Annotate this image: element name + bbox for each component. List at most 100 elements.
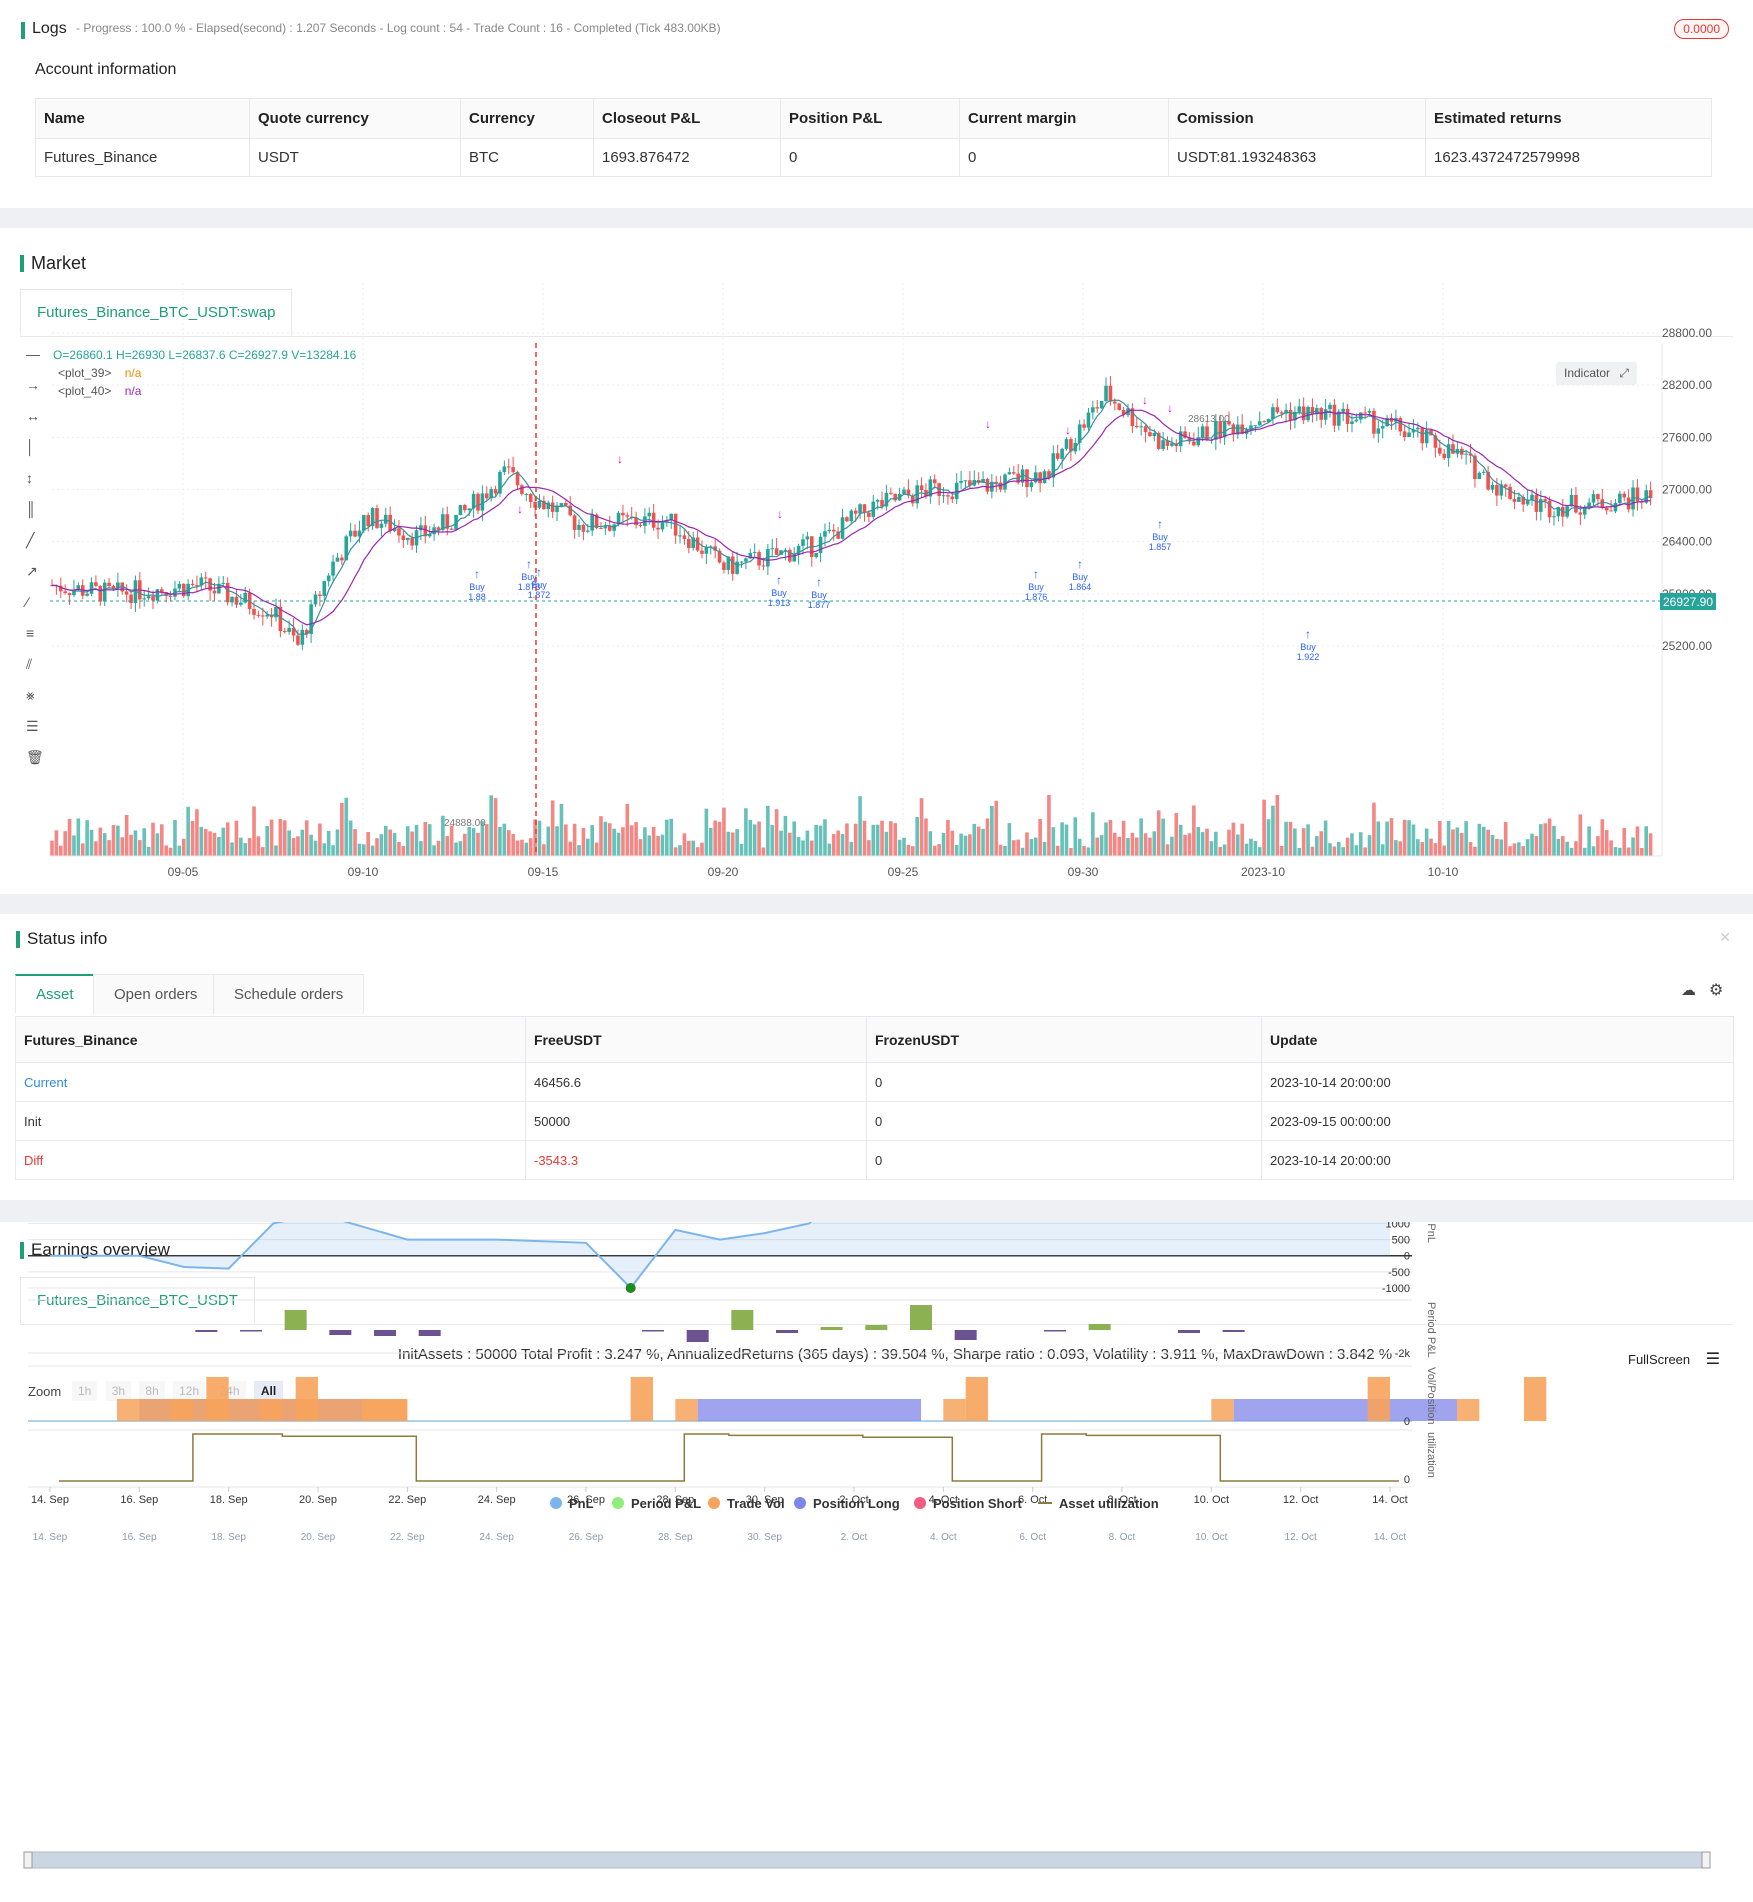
ray-tool-icon[interactable]: ↗ [26,563,48,594]
candle-body [1244,429,1249,434]
gear-icon[interactable]: ⚙ [1709,980,1723,1000]
date-tick-label: 09-10 [348,865,379,879]
candle-body [515,472,520,486]
volume-bar [669,818,674,856]
volume-bar [1565,841,1569,856]
candle-body [1257,421,1262,426]
candle-body [405,537,410,541]
navigator-tick-label: 22. Sep [390,1532,425,1543]
volume-bar [1530,833,1534,856]
volume-bar [1600,819,1605,856]
volume-bar [1178,824,1183,856]
volume-bar [616,832,621,856]
candle-body [1376,428,1381,434]
candle-body [379,523,384,528]
candle-body [893,493,898,501]
trade-vol-bar [675,1399,698,1421]
download-icon[interactable]: ☁ [1681,981,1696,999]
candle-body [331,561,335,576]
volume-bar [1587,826,1591,856]
volume-bar [1271,805,1275,856]
fib-channel-tool-icon[interactable]: ⨳ [26,687,48,718]
trade-vol-bar [1524,1377,1547,1421]
candle-body [1134,426,1139,428]
horizontal-ray-tool-icon[interactable]: → [26,377,48,408]
volume-bar [1319,831,1324,856]
candle-body [1319,408,1324,420]
trend-line-tool-icon[interactable]: ╱ [26,532,48,563]
volume-bar [304,820,309,856]
candle-body [199,577,204,586]
candle-body [1042,471,1047,484]
volume-bar [682,833,687,856]
parallel-channel-tool-icon[interactable]: ⫽ [26,656,48,687]
candle-body [392,528,397,532]
candle-body [1227,421,1231,425]
volume-bar [928,831,933,856]
navigator-tick-label: 6. Oct [1019,1532,1046,1543]
volume-bar [889,821,893,856]
candle-body [990,481,994,492]
volume-bar [1192,805,1196,856]
tab-open-orders[interactable]: Open orders [93,974,219,1014]
trash-icon[interactable]: 🗑 [26,749,48,780]
volume-bar [1490,834,1495,856]
volume-bar [687,840,691,856]
volume-bar [1451,829,1455,856]
volume-bar [441,815,445,856]
volume-bar [1495,838,1499,856]
candle-body [717,550,722,563]
candle-body [1547,500,1552,518]
cell: 1693.876472 [593,138,781,177]
segment-tool-icon[interactable]: ∕ [26,594,48,625]
trade-vol-bar [630,1377,653,1421]
candle-body [1323,409,1328,420]
volume-bar [629,825,634,856]
expand-icon[interactable]: ⤢ [1619,366,1629,380]
volume-bar [1552,825,1556,856]
candle-body [744,558,748,562]
price-range-tool-icon[interactable]: ║ [26,501,48,532]
earnings-chart[interactable]: 25002000150010005000-500-1000PnL-2kPerio… [0,1222,1753,1902]
candle-body [638,524,643,526]
candle-body [726,556,731,570]
x-tick-label: 22. Sep [388,1494,426,1506]
candle-body [612,524,616,531]
vertical-line-tool-icon[interactable]: │ [26,439,48,470]
navigator-tick-label: 14. Oct [1374,1532,1406,1543]
candle-body [362,515,366,531]
candle-body [142,598,147,600]
candle-body [1143,426,1148,433]
market-tab[interactable]: Futures_Binance_BTC_USDT:swap [20,289,293,335]
candle-body [1007,472,1012,475]
vertical-segment-tool-icon[interactable]: ↕ [26,470,48,501]
candle-body [1178,431,1183,447]
horizontal-line-tool-icon[interactable]: — [26,346,48,377]
volume-bar [638,839,643,856]
candle-body [1618,493,1622,503]
candle-body [1402,431,1407,438]
close-icon[interactable]: ✕ [1719,929,1731,946]
tab-asset[interactable]: Asset [15,974,95,1013]
trade-vol-bar [295,1377,318,1421]
candle-body [186,583,190,597]
tab-schedule-orders[interactable]: Schedule orders [213,974,365,1014]
candle-body [687,539,691,549]
cell: -3543.3 [525,1140,867,1180]
candle-body [643,516,647,526]
candle-body [138,580,142,600]
close-arrow-icon: ↓ [1167,401,1173,415]
candle-body [599,528,603,530]
indicator-button[interactable]: Indicator ⤢ [1556,362,1637,385]
fib-retracement-tool-icon[interactable]: ☰ [26,718,48,749]
volume-bar [726,831,731,856]
volume-bar [388,829,392,856]
volume-bar [1429,838,1433,856]
candle-body [1152,433,1157,437]
candle-body [1358,412,1363,420]
volume-bar [318,823,322,856]
extended-line-tool-icon[interactable]: ↔ [26,408,48,439]
ruler-tool-icon[interactable]: ≡ [26,625,48,656]
volume-bar [1020,847,1025,856]
candle-body [506,466,511,468]
